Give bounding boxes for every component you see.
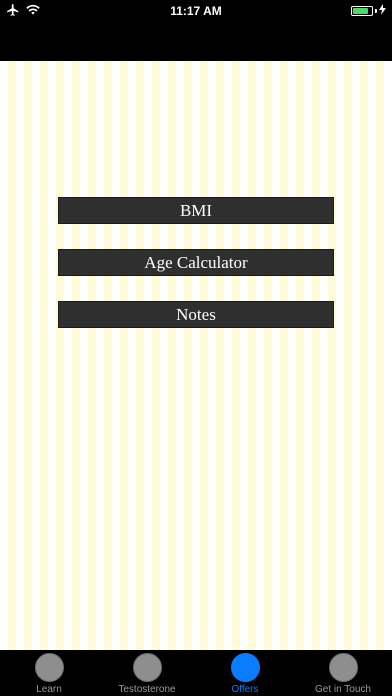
- battery-icon: [351, 6, 373, 16]
- tab-offers[interactable]: Offers: [196, 650, 294, 696]
- testosterone-tab-icon: [132, 653, 162, 682]
- main-content: BMI Age Calculator Notes: [0, 61, 392, 650]
- tab-testosterone[interactable]: Testosterone: [98, 650, 196, 696]
- notes-button[interactable]: Notes: [58, 301, 334, 328]
- tab-label: Learn: [36, 684, 62, 695]
- status-right: [351, 4, 386, 18]
- offers-tab-icon: [230, 653, 260, 682]
- learn-tab-icon: [34, 653, 64, 682]
- tab-learn[interactable]: Learn: [0, 650, 98, 696]
- bmi-button[interactable]: BMI: [58, 197, 334, 224]
- battery-tip: [375, 9, 377, 13]
- tab-label: Testosterone: [118, 684, 176, 695]
- charging-bolt-icon: [379, 4, 386, 18]
- status-bar: 11:17 AM: [0, 0, 392, 22]
- tab-bar: Learn Testosterone Offers Get in Touch: [0, 650, 392, 696]
- battery-level-fill: [353, 8, 369, 14]
- status-time: 11:17 AM: [170, 4, 222, 18]
- tab-label: Offers: [231, 684, 259, 695]
- tab-get-in-touch[interactable]: Get in Touch: [294, 650, 392, 696]
- get-in-touch-tab-icon: [328, 653, 358, 682]
- age-calculator-button[interactable]: Age Calculator: [58, 249, 334, 276]
- tab-label: Get in Touch: [315, 684, 371, 695]
